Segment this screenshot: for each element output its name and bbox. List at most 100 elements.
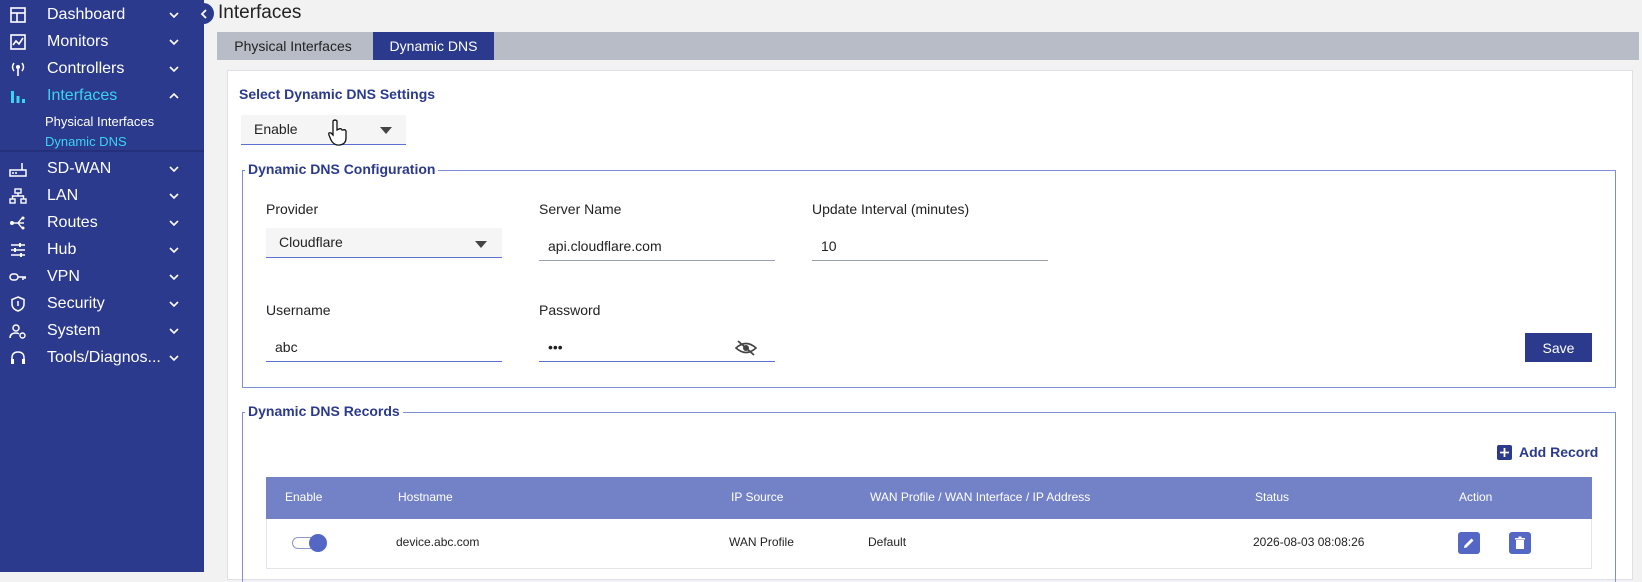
sidebar-item-interfaces[interactable]: Interfaces — [0, 82, 204, 109]
sidebar-item-label: Routes — [47, 213, 98, 231]
sidebar-item-system[interactable]: System — [0, 317, 204, 344]
chevron-up-icon — [169, 92, 179, 99]
update-interval-label: Update Interval (minutes) — [812, 201, 970, 217]
record-enable-toggle[interactable] — [292, 534, 328, 552]
sidebar-item-sd-wan[interactable]: SD-WAN — [0, 155, 204, 182]
key-icon — [9, 268, 27, 286]
sidebar-item-label: VPN — [47, 267, 80, 285]
sidebar-item-controllers[interactable]: Controllers — [0, 55, 204, 82]
sidebar-subitem-dynamic-dns[interactable]: Dynamic DNS — [45, 134, 127, 149]
sidebar-item-label: Monitors — [47, 32, 109, 50]
caret-down-icon — [380, 127, 392, 134]
sidebar: Dashboard Monitors Controllers Interface… — [0, 0, 204, 572]
dashboard-icon — [9, 6, 27, 24]
save-button[interactable]: Save — [1525, 333, 1592, 362]
shield-icon — [9, 295, 27, 313]
toggle-knob — [309, 534, 327, 552]
sidebar-item-lan[interactable]: LAN — [0, 182, 204, 209]
username-label: Username — [266, 302, 331, 318]
sidebar-subitem-divider — [0, 150, 204, 152]
tab-bar: Physical Interfaces Dynamic DNS — [217, 32, 1639, 60]
column-header-status: Status — [1255, 490, 1290, 504]
sidebar-item-dashboard[interactable]: Dashboard — [0, 1, 204, 28]
column-header-ip-source: IP Source — [731, 490, 784, 504]
router-icon — [9, 160, 27, 178]
update-interval-value: 10 — [821, 238, 837, 254]
eye-off-icon[interactable] — [735, 339, 757, 357]
server-name-input[interactable]: api.cloudflare.com — [539, 231, 775, 261]
update-interval-input[interactable]: 10 — [812, 231, 1048, 261]
network-icon — [9, 187, 27, 205]
sidebar-item-hub[interactable]: Hub — [0, 236, 204, 263]
sidebar-collapse-button[interactable] — [193, 3, 214, 24]
column-header-action: Action — [1459, 490, 1493, 504]
chevron-down-icon — [169, 65, 179, 72]
column-header-enable: Enable — [285, 490, 323, 504]
password-input[interactable]: ••• — [539, 332, 775, 362]
password-value: ••• — [548, 339, 563, 355]
sidebar-item-label: Hub — [47, 240, 77, 258]
server-name-value: api.cloudflare.com — [548, 238, 662, 254]
sidebar-item-label: SD-WAN — [47, 159, 112, 177]
sidebar-item-label: LAN — [47, 186, 79, 204]
cell-hostname: device.abc.com — [396, 535, 480, 549]
server-name-label: Server Name — [539, 201, 622, 217]
sidebar-item-label: Dashboard — [47, 5, 126, 23]
ddns-mode-select[interactable]: Enable — [241, 115, 406, 145]
sidebar-item-tools-diagnostics[interactable]: Tools/Diagnos... — [0, 344, 204, 371]
delete-button[interactable] — [1509, 532, 1531, 554]
column-header-wan: WAN Profile / WAN Interface / IP Address — [870, 490, 1091, 504]
sidebar-subitem-physical-interfaces[interactable]: Physical Interfaces — [45, 114, 154, 129]
bar-chart-icon — [9, 87, 27, 105]
trash-icon — [1515, 536, 1525, 549]
provider-value: Cloudflare — [279, 234, 343, 250]
headset-icon — [9, 349, 27, 367]
chevron-down-icon — [169, 246, 179, 253]
sidebar-item-vpn[interactable]: VPN — [0, 263, 204, 290]
password-label: Password — [539, 302, 601, 318]
chevron-down-icon — [169, 38, 179, 45]
ddns-mode-value: Enable — [254, 121, 298, 137]
sliders-icon — [9, 241, 27, 259]
settings-title: Select Dynamic DNS Settings — [239, 86, 436, 102]
chevron-down-icon — [169, 219, 179, 226]
tab-dynamic-dns[interactable]: Dynamic DNS — [373, 32, 494, 60]
chevron-down-icon — [169, 11, 179, 18]
chevron-down-icon — [169, 192, 179, 199]
add-record-label: Add Record — [1519, 444, 1599, 460]
sidebar-item-label: Interfaces — [47, 86, 118, 104]
hand-cursor-icon — [328, 119, 347, 146]
username-value: abc — [275, 339, 298, 355]
caret-down-icon — [475, 241, 487, 248]
username-input[interactable]: abc — [266, 332, 502, 362]
chevron-left-icon — [200, 8, 207, 19]
sidebar-item-label: Security — [47, 294, 105, 312]
cell-wan: Default — [868, 535, 907, 549]
chevron-down-icon — [169, 300, 179, 307]
antenna-icon — [9, 60, 27, 78]
user-settings-icon — [9, 322, 27, 340]
sidebar-item-label: System — [47, 321, 101, 339]
sidebar-item-routes[interactable]: Routes — [0, 209, 204, 236]
records-title: Dynamic DNS Records — [245, 403, 403, 419]
provider-select[interactable]: Cloudflare — [266, 228, 502, 258]
cell-ip-source: WAN Profile — [729, 535, 794, 549]
sidebar-item-label: Controllers — [47, 59, 125, 77]
routes-icon — [9, 214, 27, 232]
chevron-down-icon — [169, 354, 179, 361]
table-row: device.abc.com WAN Profile Default 2026-… — [266, 519, 1592, 569]
configuration-title: Dynamic DNS Configuration — [245, 161, 439, 177]
edit-button[interactable] — [1458, 532, 1480, 554]
plus-icon — [1497, 444, 1512, 460]
pencil-icon — [1464, 538, 1474, 548]
chevron-down-icon — [169, 273, 179, 280]
column-header-hostname: Hostname — [398, 490, 453, 504]
chevron-down-icon — [169, 327, 179, 334]
provider-label: Provider — [266, 201, 319, 217]
tab-physical-interfaces[interactable]: Physical Interfaces — [217, 32, 369, 60]
page-title: Interfaces — [218, 2, 302, 23]
chevron-down-icon — [169, 165, 179, 172]
sidebar-item-security[interactable]: Security — [0, 290, 204, 317]
add-record-button[interactable]: Add Record — [1497, 443, 1598, 461]
sidebar-item-monitors[interactable]: Monitors — [0, 28, 204, 55]
